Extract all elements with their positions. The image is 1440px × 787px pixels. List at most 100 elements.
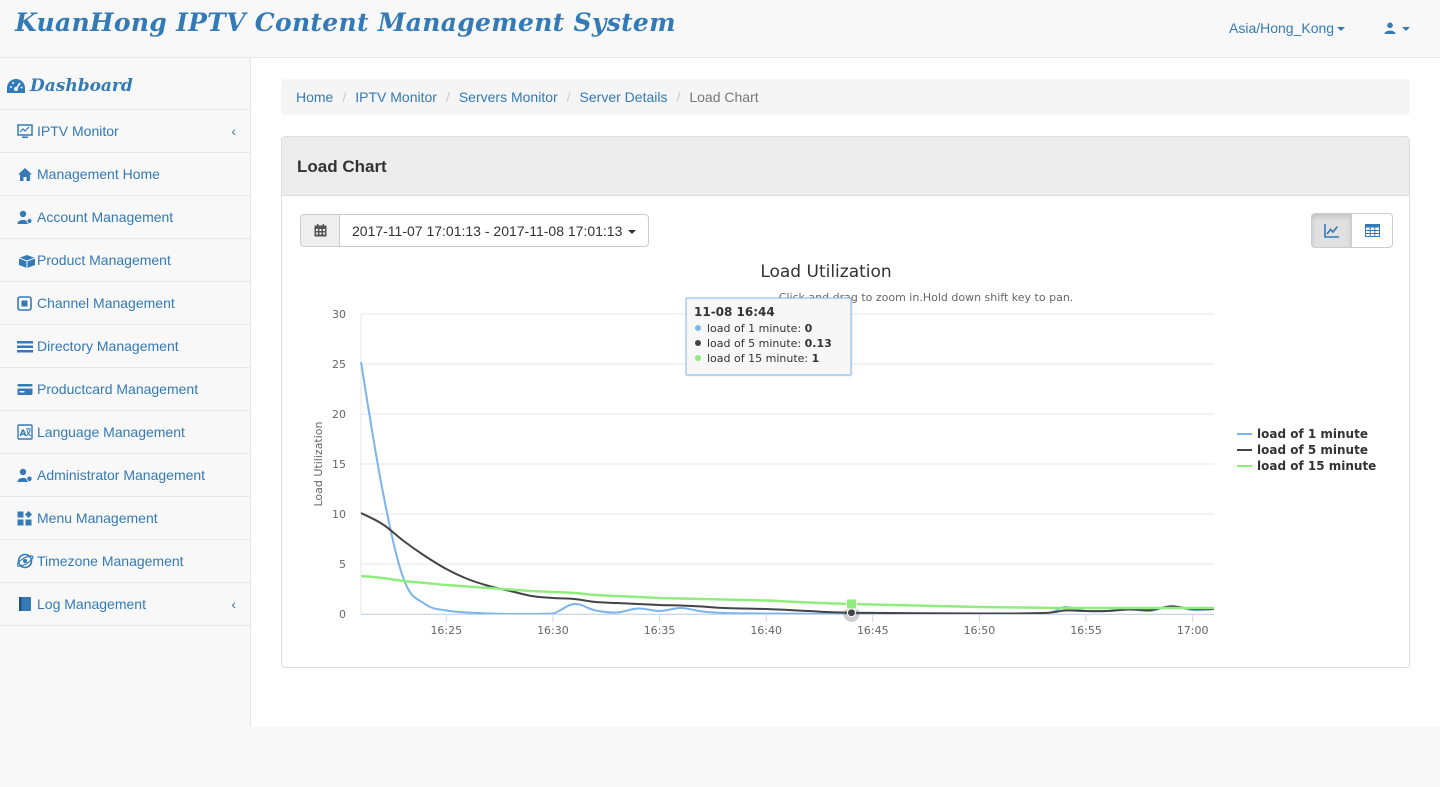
breadcrumb-separator: /	[566, 89, 571, 105]
dashboard-icon	[7, 79, 25, 93]
calendar-icon	[314, 224, 326, 237]
x-tick-label: 16:50	[964, 624, 996, 637]
table-icon	[1364, 224, 1380, 237]
sidebar-item-label: IPTV Monitor	[37, 123, 119, 139]
user-icon	[1384, 22, 1396, 34]
user-menu-dropdown[interactable]	[1384, 20, 1410, 36]
sidebar-item-label: Language Management	[37, 424, 185, 440]
tooltip-row: load of 1 minute: 0	[707, 322, 813, 335]
channel-icon	[17, 296, 33, 312]
sidebar-item-directory-management[interactable]: Directory Management	[0, 325, 250, 368]
top-navbar: KuanHong IPTV Content Management System …	[0, 0, 1440, 58]
menu-icon	[17, 510, 33, 527]
chart-view-button[interactable]	[1311, 213, 1352, 248]
dashboard-label: Dashboard	[30, 76, 133, 96]
y-tick-label: 20	[332, 408, 346, 421]
tooltip-dot	[695, 340, 701, 346]
monitor-icon	[17, 124, 33, 140]
globe-icon	[16, 553, 34, 569]
table-view-button[interactable]	[1352, 213, 1393, 248]
tooltip-row: load of 5 minute: 0.13	[707, 337, 832, 350]
y-tick-label: 10	[332, 508, 346, 521]
timezone-dropdown[interactable]: Asia/Hong_Kong	[1229, 20, 1346, 36]
sidebar-item-menu-management[interactable]: Menu Management	[0, 497, 250, 540]
caret-down-icon	[1337, 27, 1346, 32]
sidebar-item-productcard-management[interactable]: Productcard Management	[0, 368, 250, 411]
sidebar-item-product-management[interactable]: Product Management	[0, 239, 250, 282]
sidebar-item-label: Productcard Management	[37, 381, 199, 397]
sidebar-item-log-management[interactable]: Log Management ‹	[0, 583, 250, 626]
breadcrumb-separator: /	[445, 89, 450, 105]
main-content: Home / IPTV Monitor / Servers Monitor / Server…	[251, 58, 1440, 727]
x-tick-label: 16:40	[750, 624, 782, 637]
admin-icon	[17, 468, 33, 484]
tooltip-dot	[695, 355, 701, 361]
date-range-dropdown[interactable]: 2017-11-07 17:01:13 - 2017-11-08 17:01:1…	[340, 214, 650, 247]
sidebar-item-label: Account Management	[37, 209, 174, 225]
sidebar-item-label: Log Management	[37, 596, 146, 612]
sidebar-item-administrator-management[interactable]: Administrator Management	[0, 454, 250, 497]
y-tick-label: 5	[339, 558, 346, 571]
hover-marker-5min	[846, 608, 856, 618]
legend-label: load of 15 minute	[1257, 459, 1376, 473]
series-line-load-of-5-minute	[360, 512, 1215, 615]
chevron-left-icon[interactable]: ‹	[231, 123, 236, 139]
breadcrumb-separator: /	[342, 89, 347, 105]
y-tick-label: 0	[339, 608, 346, 621]
x-tick-label: 16:55	[1070, 624, 1102, 637]
breadcrumb-home[interactable]: Home	[296, 89, 333, 105]
sidebar-item-label: Directory Management	[37, 338, 179, 354]
breadcrumb: Home / IPTV Monitor / Servers Monitor / Server…	[281, 79, 1410, 115]
breadcrumb-servers-monitor[interactable]: Servers Monitor	[459, 89, 558, 105]
language-icon: A	[17, 424, 33, 440]
breadcrumb-separator: /	[676, 89, 681, 105]
card-icon	[17, 382, 33, 398]
breadcrumb-server-details[interactable]: Server Details	[580, 89, 668, 105]
sidebar-item-label: Management Home	[37, 166, 160, 182]
tooltip-dot	[695, 325, 701, 331]
sidebar: Dashboard IPTV Monitor ‹ Management Home Ac…	[0, 58, 251, 727]
sidebar-item-label: Product Management	[37, 252, 171, 268]
sidebar-dashboard-link[interactable]: Dashboard	[0, 58, 250, 110]
caret-down-icon	[628, 230, 637, 235]
date-range-picker[interactable]: 2017-11-07 17:01:13 - 2017-11-08 17:01:1…	[300, 214, 650, 247]
load-utilization-chart[interactable]: Load UtilizationClick and drag to zoom i…	[282, 247, 1409, 667]
sidebar-item-label: Administrator Management	[37, 467, 206, 483]
series-line-load-of-15-minute	[360, 574, 1214, 610]
user-gear-icon	[17, 210, 33, 226]
tooltip-row: load of 15 minute: 1	[707, 352, 819, 365]
breadcrumb-iptv-monitor[interactable]: IPTV Monitor	[355, 89, 437, 105]
x-tick-label: 17:00	[1177, 624, 1209, 637]
line-chart-icon	[1324, 223, 1339, 238]
gift-icon	[17, 253, 36, 269]
sidebar-item-label: Channel Management	[37, 295, 175, 311]
chevron-left-icon[interactable]: ‹	[231, 596, 236, 612]
sidebar-item-channel-management[interactable]: Channel Management	[0, 282, 250, 325]
x-tick-label: 16:30	[537, 624, 569, 637]
date-range-value: 2017-11-07 17:01:13 - 2017-11-08 17:01:1…	[352, 223, 623, 239]
sidebar-item-iptv-monitor[interactable]: IPTV Monitor ‹	[0, 110, 250, 153]
breadcrumb-current: Load Chart	[689, 89, 759, 105]
hover-marker-15min	[845, 598, 857, 610]
sidebar-item-label: Menu Management	[37, 510, 158, 526]
svg-text:A: A	[20, 429, 27, 439]
y-tick-label: 15	[332, 458, 346, 471]
sidebar-item-management-home[interactable]: Management Home	[0, 153, 250, 196]
view-toggle-group	[1311, 213, 1393, 248]
list-icon	[17, 339, 33, 355]
sidebar-item-timezone-management[interactable]: Timezone Management	[0, 540, 250, 583]
sidebar-item-language-management[interactable]: A Language Management	[0, 411, 250, 454]
book-icon	[17, 596, 33, 612]
app-title[interactable]: KuanHong IPTV Content Management System	[15, 8, 676, 37]
x-tick-label: 16:45	[857, 624, 889, 637]
tooltip-header: 11-08 16:44	[694, 305, 775, 319]
series-line-load-of-1-minute	[360, 361, 1215, 615]
chart-title: Load Utilization	[760, 262, 891, 282]
sidebar-item-label: Timezone Management	[37, 553, 184, 569]
sidebar-item-account-management[interactable]: Account Management	[0, 196, 250, 239]
x-tick-label: 16:35	[644, 624, 676, 637]
y-tick-label: 25	[332, 358, 346, 371]
timezone-label: Asia/Hong_Kong	[1229, 20, 1335, 36]
home-icon	[17, 167, 33, 183]
calendar-button[interactable]	[300, 214, 340, 247]
